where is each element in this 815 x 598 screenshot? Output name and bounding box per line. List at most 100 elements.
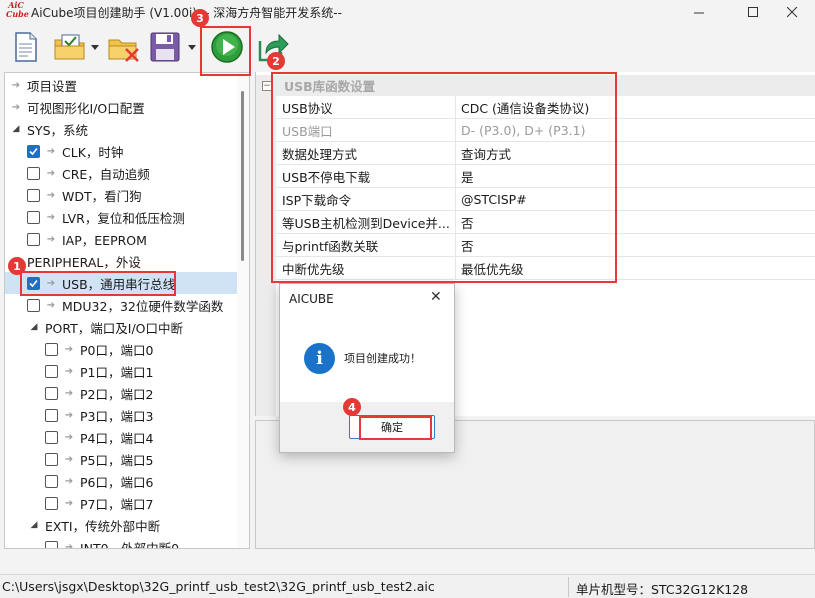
tree-checkbox[interactable] (27, 188, 40, 202)
chip-model: 单片机型号：STC32G12K128 (576, 582, 749, 597)
tree-checkbox[interactable] (45, 364, 58, 378)
tree-item-label: PERIPHERAL，外设 (27, 254, 141, 270)
tree-item[interactable]: ➔ P6口，端口6 (5, 470, 237, 492)
save-button[interactable] (148, 30, 182, 64)
open-project-button[interactable] (52, 30, 88, 64)
open-project-icon (54, 34, 85, 60)
tree-item[interactable]: ◢ SYS，系统 (5, 118, 237, 140)
tree-checkbox[interactable] (45, 430, 58, 444)
tree-item[interactable]: ➔ WDT，看门狗 (5, 184, 237, 206)
tree-checkbox[interactable] (27, 232, 40, 246)
tree-item[interactable]: ➔ CLK，时钟 (5, 140, 237, 162)
checkmark-icon (29, 147, 38, 155)
tree-item[interactable]: ➔ P5口，端口5 (5, 448, 237, 470)
tree-item-label: 可视图形化I/O口配置 (27, 100, 145, 116)
annotation-box-run-button (200, 26, 251, 76)
tree-item[interactable]: ➔ INT0，外部中断0 (5, 536, 237, 549)
tree-item[interactable]: ◢ EXTI，传统外部中断 (5, 514, 237, 536)
arrow-right-icon: ➔ (46, 299, 56, 311)
tree-checkbox[interactable] (27, 298, 40, 312)
tree-item-label: INT0，外部中断0 (80, 540, 180, 549)
tree-item-label: MDU32，32位硬件数学函数 (62, 298, 224, 314)
tree-item[interactable]: ➔ IAP，EEPROM (5, 228, 237, 250)
arrow-right-icon: ➔ (11, 101, 21, 113)
tree-item[interactable]: ◢ PORT，端口及I/O口中断 (5, 316, 237, 338)
close-project-icon (108, 39, 139, 62)
arrow-right-icon: ➔ (64, 475, 74, 487)
close-icon (786, 6, 797, 17)
annotation-box-usb-settings (271, 72, 617, 283)
tree-checkbox[interactable] (45, 342, 58, 356)
save-icon (150, 32, 180, 62)
status-bar: C:\Users\jsgx\Desktop\32G_printf_usb_tes… (0, 574, 815, 598)
arrow-right-icon: ➔ (64, 453, 74, 465)
arrow-right-icon: ➔ (46, 189, 56, 201)
annotation-badge-3: 3 (191, 9, 209, 27)
tree-item-label: IAP，EEPROM (62, 232, 147, 248)
expand-triangle-icon[interactable]: ◢ (9, 124, 23, 134)
new-document-button[interactable] (10, 30, 42, 64)
tree-checkbox[interactable] (27, 144, 40, 158)
tree-checkbox[interactable] (45, 386, 58, 400)
save-dropdown-icon[interactable] (188, 43, 196, 51)
info-icon: i (304, 343, 335, 374)
tree-item[interactable]: ➔ P1口，端口1 (5, 360, 237, 382)
dialog-message: 项目创建成功！ (344, 352, 421, 365)
minimize-icon (693, 12, 704, 13)
close-button[interactable] (769, 0, 815, 24)
tree-scrollbar[interactable] (237, 73, 249, 548)
annotation-box-usb-item (20, 271, 176, 296)
arrow-right-icon: ➔ (64, 431, 74, 443)
open-dropdown-icon[interactable] (91, 43, 99, 51)
tree-item-label: 项目设置 (27, 78, 78, 94)
tree-checkbox[interactable] (27, 166, 40, 180)
tree-item-label: PORT，端口及I/O口中断 (45, 320, 184, 336)
app-logo: AiC Cube (6, 0, 29, 19)
dialog-title: AICUBE (289, 292, 334, 306)
tree-item[interactable]: ➔ P0口，端口0 (5, 338, 237, 360)
tree-checkbox[interactable] (45, 408, 58, 422)
tree-checkbox[interactable] (45, 452, 58, 466)
tree-item[interactable]: ➔ MDU32，32位硬件数学函数 (5, 294, 237, 316)
tree-item[interactable]: ➔ P3口，端口3 (5, 404, 237, 426)
tree-item[interactable]: ➔ P7口，端口7 (5, 492, 237, 514)
dialog-close-icon[interactable]: ✕ (430, 289, 442, 305)
status-divider (568, 577, 569, 597)
maximize-icon (747, 6, 758, 17)
tree-item-label: SYS，系统 (27, 122, 89, 138)
arrow-right-icon: ➔ (46, 145, 56, 157)
tree-item-label: P6口，端口6 (80, 474, 154, 490)
expand-triangle-icon[interactable]: ◢ (27, 322, 41, 332)
tree-item-label: P2口，端口2 (80, 386, 154, 402)
close-project-button[interactable] (106, 30, 142, 64)
tree-item[interactable]: ➔ CRE，自动追频 (5, 162, 237, 184)
tree-item[interactable]: ➔ LVR，复位和低压检测 (5, 206, 237, 228)
tree-item-label: P4口，端口4 (80, 430, 154, 446)
tree-item[interactable]: ➔ P4口，端口4 (5, 426, 237, 448)
tree-checkbox[interactable] (27, 210, 40, 224)
tree-item-label: CLK，时钟 (62, 144, 124, 160)
arrow-right-icon: ➔ (64, 365, 74, 377)
tree-item[interactable]: ➔ P2口，端口2 (5, 382, 237, 404)
arrow-right-icon: ➔ (64, 541, 74, 549)
minimize-button[interactable] (676, 0, 722, 24)
tree-checkbox[interactable] (45, 496, 58, 510)
tree-item-label: P7口，端口7 (80, 496, 154, 512)
window-title: AiCube项目创建助手 (V1.00i) -- 深海方舟智能开发系统-- (31, 6, 342, 20)
arrow-right-icon: ➔ (64, 497, 74, 509)
tree-item[interactable]: ➔ 项目设置 (5, 74, 237, 96)
arrow-right-icon: ➔ (64, 409, 74, 421)
tree-checkbox[interactable] (45, 474, 58, 488)
tree-item[interactable]: ◢PERIPHERAL，外设 (5, 250, 237, 272)
tree-checkbox[interactable] (45, 540, 58, 548)
title-bar: AiC Cube AiCube项目创建助手 (V1.00i) -- 深海方舟智能… (0, 0, 815, 24)
annotation-box-ok-button (359, 416, 432, 440)
arrow-right-icon: ➔ (46, 167, 56, 179)
annotation-badge-1: 1 (8, 257, 26, 275)
tree-item[interactable]: ➔ 可视图形化I/O口配置 (5, 96, 237, 118)
tree-scroll-thumb[interactable] (241, 91, 244, 261)
new-document-icon (15, 32, 37, 62)
arrow-right-icon: ➔ (64, 387, 74, 399)
tree-item-label: LVR，复位和低压检测 (62, 210, 185, 226)
expand-triangle-icon[interactable]: ◢ (27, 520, 41, 530)
